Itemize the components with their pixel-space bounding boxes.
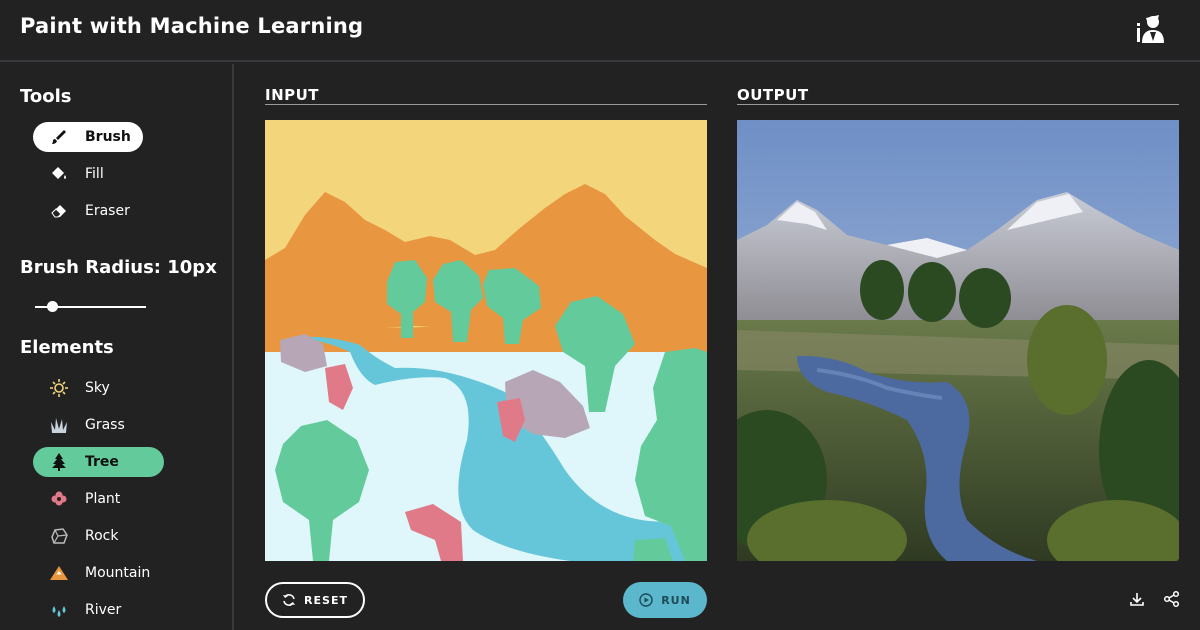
element-tree[interactable]: Tree bbox=[33, 447, 164, 477]
output-image bbox=[737, 120, 1179, 561]
rock-icon bbox=[33, 528, 85, 544]
mountain-icon bbox=[33, 565, 85, 581]
run-label: RUN bbox=[661, 593, 691, 607]
tree-icon bbox=[33, 453, 85, 471]
output-label: OUTPUT bbox=[737, 86, 809, 104]
elements-heading: Elements bbox=[20, 337, 114, 358]
sun-icon bbox=[33, 379, 85, 397]
element-plant[interactable]: Plant bbox=[33, 484, 163, 514]
element-rock[interactable]: Rock bbox=[33, 521, 163, 551]
element-label: River bbox=[85, 602, 122, 618]
reset-button[interactable]: RESET bbox=[265, 582, 365, 618]
element-grass[interactable]: Grass bbox=[33, 410, 163, 440]
input-label: INPUT bbox=[265, 86, 320, 104]
flower-icon bbox=[33, 490, 85, 508]
input-canvas[interactable] bbox=[265, 120, 707, 561]
download-icon[interactable] bbox=[1128, 590, 1146, 608]
eraser-icon bbox=[33, 204, 85, 218]
element-river[interactable]: River bbox=[33, 595, 163, 625]
tools-heading: Tools bbox=[20, 86, 72, 107]
share-icon[interactable] bbox=[1163, 590, 1181, 608]
element-label: Plant bbox=[85, 491, 121, 507]
reset-label: RESET bbox=[304, 593, 348, 607]
tool-fill[interactable]: Fill bbox=[33, 159, 143, 189]
run-button[interactable]: RUN bbox=[623, 582, 707, 618]
element-label: Rock bbox=[85, 528, 119, 544]
app-title: Paint with Machine Learning bbox=[20, 14, 364, 38]
element-label: Grass bbox=[85, 417, 125, 433]
water-drops-icon bbox=[33, 601, 85, 619]
play-icon bbox=[639, 593, 653, 607]
element-label: Mountain bbox=[85, 565, 151, 581]
output-divider bbox=[737, 104, 1179, 105]
sidebar: Tools Brush Fill Eraser Brush Radius: 10… bbox=[0, 64, 234, 630]
top-bar: Paint with Machine Learning bbox=[0, 0, 1200, 62]
tool-eraser[interactable]: Eraser bbox=[33, 196, 143, 226]
element-mountain[interactable]: Mountain bbox=[33, 558, 163, 588]
input-divider bbox=[265, 104, 707, 105]
brush-icon bbox=[33, 129, 85, 145]
brush-radius-heading: Brush Radius: 10px bbox=[20, 257, 217, 278]
tool-label: Fill bbox=[85, 166, 104, 182]
user-profile-icon[interactable] bbox=[1134, 12, 1168, 46]
refresh-icon bbox=[283, 594, 296, 606]
element-sky[interactable]: Sky bbox=[33, 373, 163, 403]
element-label: Tree bbox=[85, 454, 119, 470]
tool-label: Brush bbox=[85, 129, 131, 145]
tool-label: Eraser bbox=[85, 203, 130, 219]
grass-icon bbox=[33, 416, 85, 434]
brush-radius-slider[interactable] bbox=[35, 301, 146, 312]
slider-handle[interactable] bbox=[47, 301, 58, 312]
tool-brush[interactable]: Brush bbox=[33, 122, 143, 152]
element-label: Sky bbox=[85, 380, 110, 396]
fill-icon bbox=[33, 166, 85, 182]
